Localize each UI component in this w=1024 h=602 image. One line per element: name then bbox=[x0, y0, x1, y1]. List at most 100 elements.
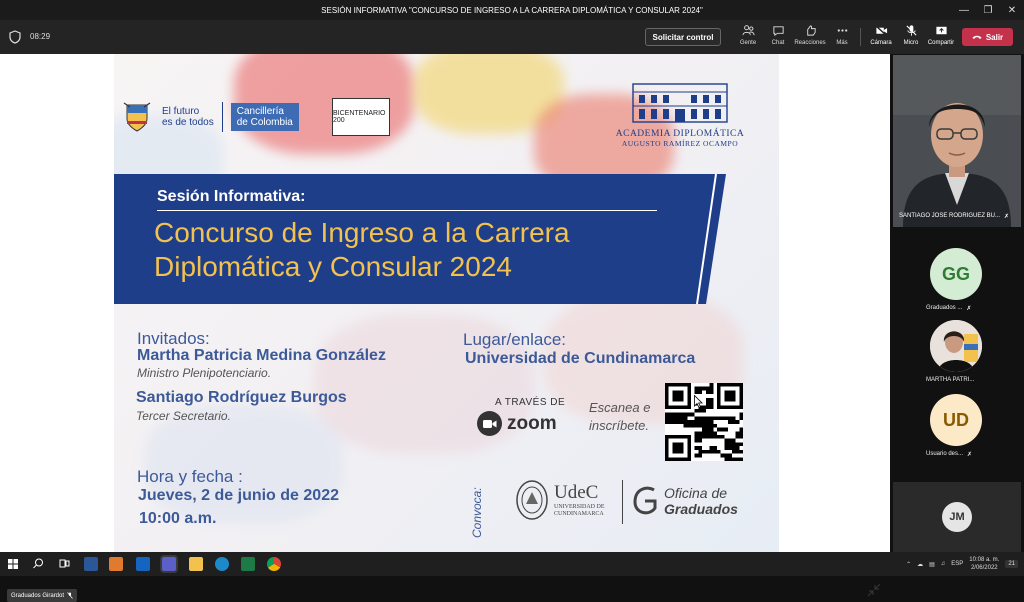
logo-divider bbox=[622, 480, 623, 524]
colombia-crest-icon bbox=[123, 102, 151, 132]
graduados-g-icon bbox=[633, 486, 657, 515]
share-label: Compartir bbox=[927, 40, 955, 46]
volume-icon[interactable]: ♫ bbox=[941, 561, 946, 567]
share-icon bbox=[935, 26, 947, 35]
via-label: A TRAVÉS DE bbox=[495, 397, 566, 408]
session-title: Concurso de Ingreso a la Carrera Diplomá… bbox=[154, 216, 570, 284]
title-banner: Sesión Informativa: Concurso de Ingreso … bbox=[114, 174, 726, 304]
date-value: Jueves, 2 de junio de 2022 bbox=[138, 487, 339, 504]
language-indicator[interactable]: ESP bbox=[951, 561, 963, 567]
tray-chevron-icon[interactable]: ⌃ bbox=[906, 561, 911, 568]
mic-off-icon: ✗ bbox=[966, 306, 972, 312]
windows-taskbar: ⌃ ☁ ▤ ♫ ESP 10:08 a. m. 2/06/2022 21 bbox=[0, 552, 1024, 576]
network-icon[interactable]: ▤ bbox=[929, 561, 935, 568]
reactions-button[interactable]: Reacciones bbox=[792, 24, 828, 52]
zoom-logo: zoom bbox=[477, 411, 557, 436]
edge-app-icon[interactable] bbox=[215, 557, 229, 571]
chrome-app-icon[interactable] bbox=[267, 557, 281, 571]
presenter-name: Graduados Girardot bbox=[11, 592, 65, 599]
minimize-icon[interactable]: — bbox=[952, 0, 976, 20]
place-value: Universidad de Cundinamarca bbox=[465, 350, 696, 367]
participant-label-martha: MARTHA PATRI... bbox=[926, 377, 974, 383]
more-label: Más bbox=[836, 40, 848, 46]
guest-2-role: Tercer Secretario. bbox=[136, 409, 231, 423]
camera-label: Cámara bbox=[870, 40, 892, 46]
system-clock[interactable]: 10:08 a. m. 2/06/2022 bbox=[969, 556, 999, 572]
mic-off-icon bbox=[67, 592, 73, 599]
participant-avatar-gg[interactable]: GG bbox=[930, 248, 982, 300]
system-tray: ⌃ ☁ ▤ ♫ ESP 10:08 a. m. 2/06/2022 21 bbox=[906, 552, 1018, 576]
presenter-name-tag: Graduados Girardot bbox=[7, 589, 78, 602]
convoca-text: Convoca: bbox=[470, 487, 484, 538]
leave-button[interactable]: Salir bbox=[962, 28, 1013, 46]
request-control-button[interactable]: Solicitar control bbox=[645, 28, 721, 46]
more-button[interactable]: Más bbox=[824, 24, 860, 52]
scan-instruction: Escanea e inscríbete. bbox=[589, 399, 650, 435]
participant-tile-jm[interactable]: JM bbox=[893, 482, 1021, 552]
udec-seal-icon bbox=[516, 480, 548, 520]
convoca-label: Convoca: bbox=[470, 472, 484, 546]
bicentenario-logo: BICENTENARIO 200 bbox=[332, 98, 390, 136]
mic-label: Micro bbox=[903, 40, 919, 46]
logo-divider bbox=[221, 102, 223, 132]
guests-heading: Invitados: bbox=[137, 329, 210, 348]
participant-video-tile[interactable]: SANTIAGO JOSE RODRIGUEZ BU... ✗ bbox=[893, 55, 1021, 227]
close-icon[interactable]: ✕ bbox=[1000, 0, 1024, 20]
leave-label: Salir bbox=[985, 32, 1004, 42]
academy-logo: ACADEMIA DIPLOMÁTICA AUGUSTO RAMÍREZ OCA… bbox=[612, 80, 748, 150]
outlook-app-icon[interactable] bbox=[136, 557, 150, 571]
udec-line-3: CUNDINAMARCA bbox=[554, 511, 604, 517]
presentation-slide: El futuro es de todos Cancillería de Col… bbox=[114, 54, 779, 552]
windows-start-icon[interactable] bbox=[8, 559, 18, 569]
banner-rule bbox=[157, 210, 657, 211]
collapse-icon[interactable] bbox=[867, 583, 881, 597]
guest-1-role: Ministro Plenipotenciario. bbox=[137, 366, 272, 380]
file-explorer-icon[interactable] bbox=[189, 557, 203, 571]
word-app-icon[interactable] bbox=[84, 557, 98, 571]
chat-icon bbox=[772, 26, 784, 37]
restore-icon[interactable]: ❐ bbox=[976, 0, 1000, 20]
participant-name: Graduados ... bbox=[926, 305, 963, 311]
udec-line-2: UNIVERSIDAD DE bbox=[554, 504, 605, 510]
participant-label-gg: Graduados ... ✗ bbox=[926, 305, 971, 312]
search-icon[interactable] bbox=[33, 558, 44, 569]
udec-name: UdeC UNIVERSIDAD DE CUNDINAMARCA bbox=[554, 482, 605, 518]
participant-video bbox=[893, 55, 1021, 227]
udec-wordmark: UdeC bbox=[554, 482, 599, 503]
chat-label: Chat bbox=[771, 40, 785, 46]
slogan-line-2: es de todos bbox=[162, 117, 214, 128]
participant-name: MARTHA PATRI... bbox=[926, 377, 975, 383]
participant-avatar-ud[interactable]: UD bbox=[930, 394, 982, 446]
participant-name: Usuario des... bbox=[926, 451, 964, 457]
guest-2-name: Santiago Rodríguez Burgos bbox=[136, 389, 347, 406]
graduados-line-2: Graduados bbox=[664, 501, 738, 517]
video-participant-name: SANTIAGO JOSE RODRIGUEZ BU... bbox=[899, 213, 1001, 219]
task-view-icon[interactable] bbox=[59, 558, 70, 569]
window-title: SESIÓN INFORMATIVA "CONCURSO DE INGRESO … bbox=[321, 5, 703, 15]
participant-avatar-martha[interactable] bbox=[930, 320, 982, 372]
guest-1-name: Martha Patricia Medina González bbox=[137, 347, 386, 364]
graduados-logo: Oficina de Graduados bbox=[630, 484, 738, 518]
mic-off-icon: ✗ bbox=[967, 452, 973, 458]
participant-avatar-jm: JM bbox=[942, 502, 972, 532]
camera-off-icon bbox=[874, 25, 888, 37]
people-icon bbox=[741, 25, 755, 36]
graduados-line-1: Oficina de bbox=[664, 485, 728, 501]
teams-app-icon[interactable] bbox=[162, 557, 176, 571]
participant-photo bbox=[930, 320, 982, 372]
participant-label-ud: Usuario des... ✗ bbox=[926, 451, 972, 458]
mouse-cursor-icon bbox=[694, 395, 703, 408]
onedrive-icon[interactable]: ☁ bbox=[917, 561, 923, 568]
toolbar-divider bbox=[860, 28, 861, 46]
excel-app-icon[interactable] bbox=[241, 557, 255, 571]
notification-badge[interactable]: 21 bbox=[1005, 560, 1018, 568]
cancilleria-line-2: de Colombia bbox=[236, 117, 293, 128]
reactions-icon bbox=[806, 25, 816, 36]
chat-button[interactable]: Chat bbox=[760, 24, 796, 52]
bicentenario-text: BICENTENARIO 200 bbox=[333, 110, 386, 124]
cancilleria-logo: Cancillería de Colombia bbox=[230, 103, 299, 131]
mic-off-icon bbox=[905, 25, 917, 36]
share-button[interactable]: Compartir bbox=[923, 24, 959, 52]
app-icon[interactable] bbox=[109, 557, 123, 571]
mic-off-icon: ✗ bbox=[1004, 214, 1010, 220]
